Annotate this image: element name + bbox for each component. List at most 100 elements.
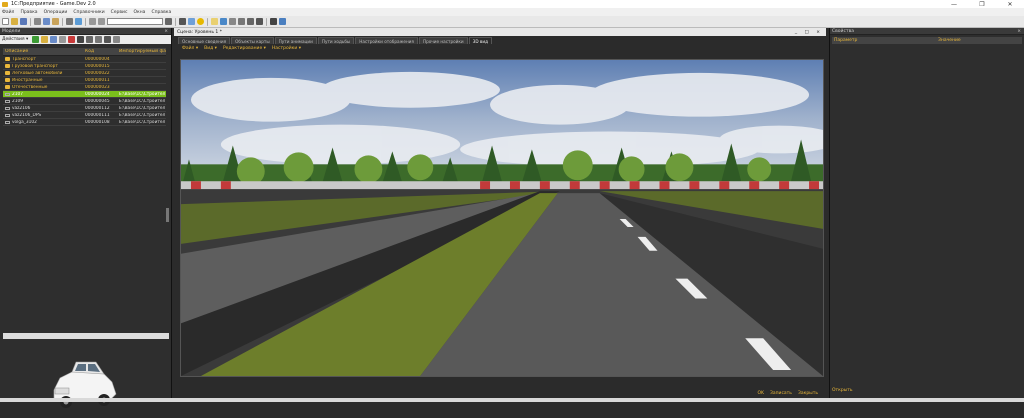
view-menu-view[interactable]: Вид ▾ [204,46,217,51]
maximize-button[interactable]: ❐ [968,1,996,8]
status-bar [0,398,1024,402]
tab-map-objects[interactable]: Объекты карты [231,37,274,44]
table-row[interactable]: Грузовой транспорт 000000015 [3,63,166,70]
minimize-button[interactable]: — [940,1,968,8]
redo-icon[interactable] [98,18,105,25]
add-icon[interactable] [32,36,40,43]
copy-icon[interactable] [50,36,58,43]
notes-icon[interactable] [211,18,218,25]
close-window-button[interactable]: Закрыть [798,391,818,396]
undo-icon[interactable] [89,18,96,25]
tab-3d-view[interactable]: 3D вид [468,37,492,44]
panel-title: Модели [2,28,21,34]
app-logo-icon [2,1,8,7]
toolbar-separator [175,17,176,26]
view-menu: Файл ▾ Вид ▾ Редактирование ▾ Настройки … [174,44,826,52]
wrench-icon[interactable] [270,18,277,25]
horizontal-scrollbar[interactable] [3,333,169,339]
folder-icon [5,57,10,61]
view-menu-settings[interactable]: Настройки ▾ [272,46,301,51]
row-code: 000000111 [85,112,110,118]
open-folder-icon[interactable] [11,18,18,25]
table-row[interactable]: Иностранные 000000011 [3,77,166,84]
help-icon[interactable] [279,18,286,25]
sort-icon[interactable] [104,36,112,43]
row-code: 000000108 [85,119,110,125]
menu-file[interactable]: Файл [2,10,14,15]
calendar-icon[interactable] [229,18,236,25]
panel-splitter[interactable] [166,208,169,222]
menu-service[interactable]: Сервис [111,10,128,15]
print-icon[interactable] [66,18,73,25]
window-controls: — ❐ ✕ [940,1,1024,8]
table-row[interactable]: Отечественные 000000023 [3,84,166,91]
menu-edit[interactable]: Правка [20,10,37,15]
row-file: E:\Base\1С\Строител [119,112,166,118]
tools-icon[interactable] [179,18,186,25]
table-row[interactable]: Транспорт 000000004 [3,56,166,63]
view-menu-edit[interactable]: Редактирование ▾ [223,46,266,51]
column-import-file[interactable]: Импортируемый фай [117,49,166,54]
cut-icon[interactable] [34,18,41,25]
tab-animation-paths[interactable]: Пути анимации [274,37,317,44]
settings-icon[interactable] [256,18,263,25]
list-icon[interactable] [247,18,254,25]
close-icon[interactable]: × [1017,29,1021,34]
row-description: 2107 [3,92,83,97]
new-document-icon[interactable] [2,18,9,25]
menu-catalogs[interactable]: Справочники [73,10,104,15]
row-file: E:\Base\1С\Строител [119,91,166,97]
row-file: E:\Base\1С\Строител [119,105,166,111]
models-panel: Модели × Действия ▾ Описание Код Импорти… [0,28,172,408]
copy-icon[interactable] [43,18,50,25]
table-row[interactable]: volga_3102 000000108 E:\Base\1С\Строител [3,119,166,126]
row-code: 000000024 [85,91,110,97]
close-icon[interactable]: × [164,29,168,34]
row-name: Иностранные [12,77,43,83]
column-parameter[interactable]: Параметр [832,38,938,43]
save-icon[interactable] [20,18,27,25]
tab-other-settings[interactable]: Прочие настройки [418,37,468,44]
search-combo[interactable] [107,18,163,25]
table-row[interactable]: 2107 000000024 E:\Base\1С\Строител [3,91,166,98]
tab-walk-paths[interactable]: Пути ходьбы [317,37,355,44]
menu-operations[interactable]: Операции [44,10,68,15]
row-code: 000000011 [85,77,110,83]
tab-display-settings[interactable]: Настройки отображения [355,37,418,44]
grid-icon[interactable] [238,18,245,25]
column-value[interactable]: Значение [938,38,961,43]
add-folder-icon[interactable] [41,36,49,43]
actions-menu[interactable]: Действия ▾ [2,37,28,42]
document-window-controls[interactable]: _ □ × [795,30,823,35]
open-button[interactable]: Открыть [832,388,853,393]
table-row[interactable]: Легковые автомобили 000000022 [3,70,166,77]
filter-icon[interactable] [77,36,85,43]
find-icon[interactable] [165,18,172,25]
menu-windows[interactable]: Окна [133,10,145,15]
column-code[interactable]: Код [83,49,117,54]
save-button[interactable]: Записать [770,391,792,396]
tab-general[interactable]: Основные сведения [178,37,231,44]
column-description[interactable]: Описание [3,49,83,54]
edit-icon[interactable] [59,36,67,43]
row-file: E:\Base\1С\Строител [119,119,166,125]
ok-button[interactable]: OK [757,391,764,396]
close-button[interactable]: ✕ [996,1,1024,8]
view-menu-file[interactable]: Файл ▾ [182,46,198,51]
refresh-icon[interactable] [95,36,103,43]
hierarchy-icon[interactable] [86,36,94,43]
menu-help[interactable]: Справка [151,10,171,15]
table-row[interactable]: 2109 000000045 E:\Base\1С\Строител [3,98,166,105]
paste-icon[interactable] [52,18,59,25]
window-icon[interactable] [188,18,195,25]
table-row[interactable]: vaz2106_DPS 000000111 E:\Base\1С\Строител [3,112,166,119]
search-icon[interactable] [113,36,121,43]
3d-viewport[interactable] [180,59,824,377]
row-description: Легковые автомобили [3,71,83,76]
scene-window: Сцена: Уровень 1 * _ □ × Основные сведен… [174,28,826,398]
delete-icon[interactable] [68,36,76,43]
preview-icon[interactable] [75,18,82,25]
info-icon[interactable] [197,18,204,25]
calculator-icon[interactable] [220,18,227,25]
table-row[interactable]: vaz2106 000000112 E:\Base\1С\Строител [3,105,166,112]
